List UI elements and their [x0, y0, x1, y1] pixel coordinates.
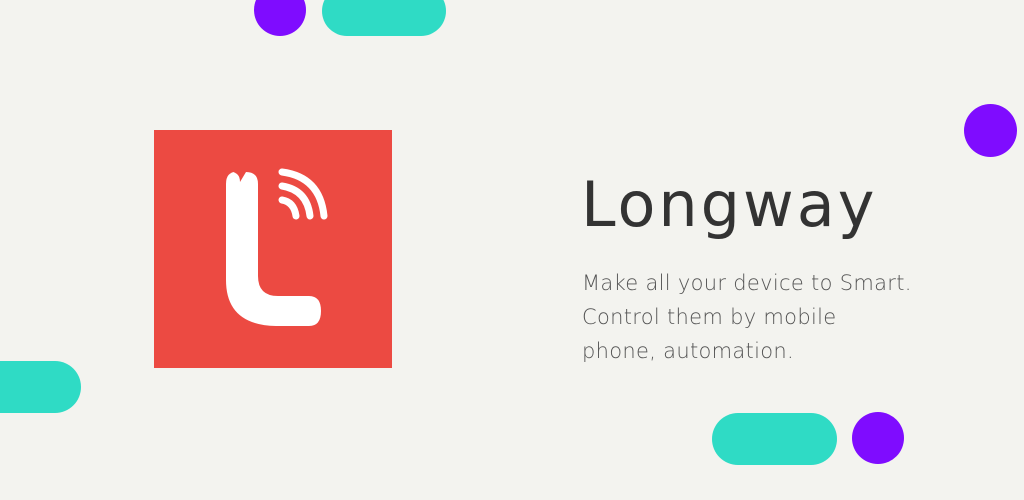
app-tagline: Make all your device to Smart. Control t…: [582, 266, 982, 368]
purple-dot-decoration-top: [254, 0, 306, 36]
longway-logo-icon: [154, 130, 392, 368]
tagline-line: phone, automation.: [582, 339, 794, 363]
purple-dot-decoration-bottom: [852, 412, 904, 464]
tagline-line: Control them by mobile: [582, 305, 837, 329]
teal-pill-decoration-left: [0, 361, 81, 413]
purple-dot-decoration-right: [964, 104, 1017, 157]
teal-pill-decoration-bottom: [712, 413, 837, 465]
teal-pill-decoration-top: [322, 0, 446, 36]
app-title: Longway: [581, 168, 878, 241]
tagline-line: Make all your device to Smart.: [582, 271, 912, 295]
